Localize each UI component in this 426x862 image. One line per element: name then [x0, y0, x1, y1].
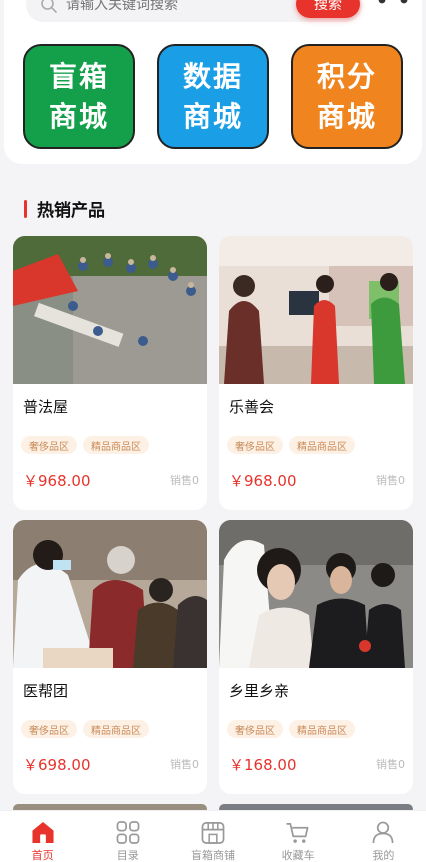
nav-item-profile[interactable]: 我的: [341, 811, 426, 862]
product-tag: 奢侈品区: [227, 720, 283, 738]
product-tag: 精品商品区: [83, 436, 149, 454]
product-name: 普法屋: [23, 398, 69, 416]
nav-item-catalog[interactable]: 目录: [85, 811, 170, 862]
product-name: 乐善会: [229, 398, 275, 416]
product-tags: 奢侈品区 精品商品区: [21, 720, 149, 738]
product-card[interactable]: 医帮团 奢侈品区 精品商品区 ￥698.00 销售0: [13, 520, 207, 794]
home-icon: [32, 821, 54, 844]
grid-icon: [116, 821, 140, 844]
nav-label: 目录: [116, 849, 139, 862]
product-name: 乡里乡亲: [229, 682, 290, 700]
section-header: 热销产品: [24, 196, 105, 221]
tile-line1: 数据: [182, 59, 243, 93]
product-card[interactable]: 乐善会 奢侈品区 精品商品区 ￥968.00 销售0: [219, 236, 413, 510]
search-icon: [41, 0, 57, 13]
product-image: [13, 520, 207, 668]
product-tags: 奢侈品区 精品商品区: [227, 436, 355, 454]
store-icon: [201, 822, 225, 844]
nav-label: 首页: [31, 849, 54, 862]
product-sales: 销售0: [170, 758, 199, 771]
cart-icon: [286, 823, 309, 843]
product-tag: 奢侈品区: [227, 436, 283, 454]
product-tag: 奢侈品区: [21, 720, 77, 738]
product-card[interactable]: 普法屋 奢侈品区 精品商品区 ￥968.00 销售0: [13, 236, 207, 510]
product-tag: 精品商品区: [83, 720, 149, 738]
nav-item-cart[interactable]: 收藏车: [256, 811, 341, 862]
tile-blind-box-mall[interactable]: 盲箱 商城: [23, 44, 135, 149]
tile-line1: 盲箱: [48, 59, 109, 93]
nav-label: 盲箱商铺: [190, 849, 235, 862]
tile-points-mall[interactable]: 积分 商城: [291, 44, 403, 149]
search-button[interactable]: 搜索: [296, 0, 360, 18]
product-card[interactable]: 乡里乡亲 奢侈品区 精品商品区 ￥168.00 销售0: [219, 520, 413, 794]
headset-icon[interactable]: [378, 0, 408, 14]
search-input[interactable]: [66, 0, 266, 13]
product-tag: 奢侈品区: [21, 436, 77, 454]
tile-line2: 商城: [182, 99, 243, 133]
product-tag: 精品商品区: [289, 720, 355, 738]
product-image: [219, 520, 413, 668]
product-sales: 销售0: [170, 474, 199, 487]
nav-item-home[interactable]: 首页: [0, 811, 85, 862]
tile-line2: 商城: [316, 99, 377, 133]
section-accent-bar: [24, 199, 27, 218]
user-icon: [372, 821, 394, 844]
product-sales: 销售0: [376, 474, 405, 487]
product-price: ￥698.00: [23, 756, 91, 774]
product-price: ￥968.00: [23, 472, 91, 490]
product-tags: 奢侈品区 精品商品区: [227, 720, 355, 738]
nav-label: 收藏车: [281, 849, 315, 862]
bottom-nav: 首页 目录 盲箱商铺 收藏车 我的: [0, 810, 426, 862]
nav-label: 我的: [372, 849, 395, 862]
product-sales: 销售0: [376, 758, 405, 771]
tile-line1: 积分: [316, 59, 377, 93]
product-price: ￥168.00: [229, 756, 297, 774]
section-title: 热销产品: [37, 201, 105, 221]
product-price: ￥968.00: [229, 472, 297, 490]
product-image: [13, 236, 207, 384]
product-image: [219, 236, 413, 384]
product-name: 医帮团: [23, 682, 69, 700]
tile-line2: 商城: [48, 99, 109, 133]
nav-item-blind-box-store[interactable]: 盲箱商铺: [170, 811, 255, 862]
tile-data-mall[interactable]: 数据 商城: [157, 44, 269, 149]
product-tag: 精品商品区: [289, 436, 355, 454]
product-tags: 奢侈品区 精品商品区: [21, 436, 149, 454]
